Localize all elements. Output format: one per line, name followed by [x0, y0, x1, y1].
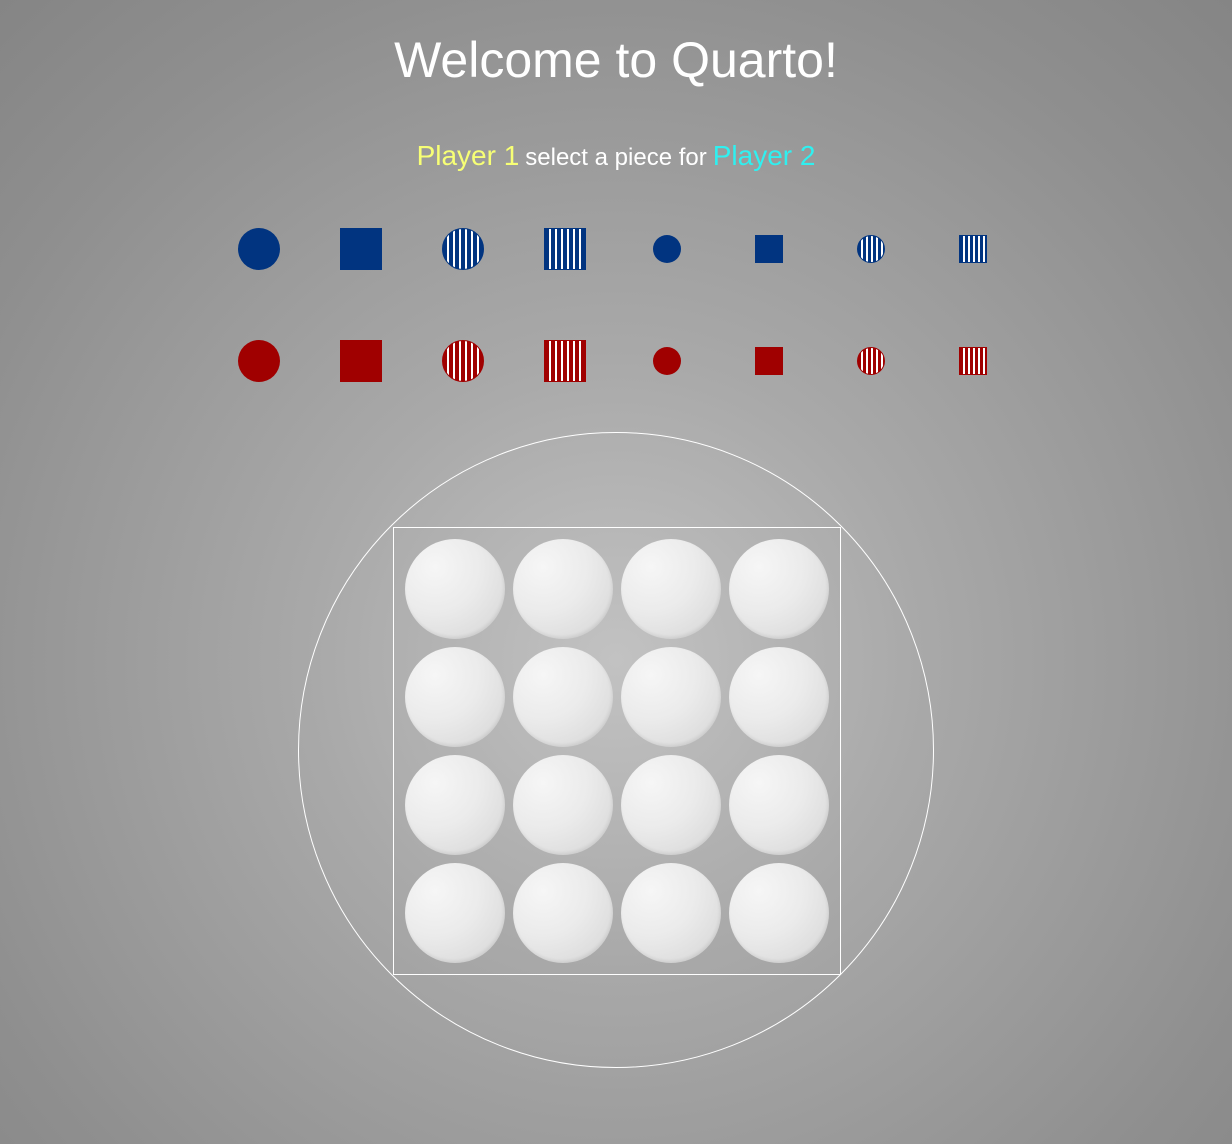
board-cell-1-2[interactable]	[621, 647, 721, 747]
piece-red-square-tall-solid[interactable]	[310, 340, 412, 382]
board-cell-2-2[interactable]	[621, 755, 721, 855]
round-solid-piece-icon	[653, 347, 681, 375]
turn-status: Player 1 select a piece for Player 2	[0, 140, 1232, 172]
piece-red-round-tall-solid[interactable]	[208, 340, 310, 382]
blue-pieces-row	[208, 228, 1024, 270]
round-solid-piece-icon	[238, 228, 280, 270]
square-striped-piece-icon	[959, 235, 987, 263]
round-striped-piece-icon	[857, 347, 885, 375]
board-cell-3-2[interactable]	[621, 863, 721, 963]
piece-blue-square-short-solid[interactable]	[718, 228, 820, 270]
piece-red-round-short-striped[interactable]	[820, 340, 922, 382]
piece-blue-square-tall-striped[interactable]	[514, 228, 616, 270]
square-solid-piece-icon	[755, 235, 783, 263]
square-solid-piece-icon	[755, 347, 783, 375]
page-title: Welcome to Quarto!	[394, 32, 838, 88]
board-cell-0-2[interactable]	[621, 539, 721, 639]
round-striped-piece-icon	[442, 228, 484, 270]
square-solid-piece-icon	[340, 340, 382, 382]
square-solid-piece-icon	[340, 228, 382, 270]
board-cell-3-0[interactable]	[405, 863, 505, 963]
board-cell-2-0[interactable]	[405, 755, 505, 855]
piece-red-round-tall-striped[interactable]	[412, 340, 514, 382]
round-striped-piece-icon	[857, 235, 885, 263]
piece-blue-round-tall-striped[interactable]	[412, 228, 514, 270]
piece-red-square-tall-striped[interactable]	[514, 340, 616, 382]
piece-blue-square-short-striped[interactable]	[922, 228, 1024, 270]
status-message: select a piece for	[525, 144, 707, 171]
game-board	[393, 527, 841, 975]
current-player-label: Player 1	[416, 140, 520, 171]
board-cell-3-1[interactable]	[513, 863, 613, 963]
board-cell-3-3[interactable]	[729, 863, 829, 963]
round-solid-piece-icon	[238, 340, 280, 382]
piece-red-round-short-solid[interactable]	[616, 340, 718, 382]
round-solid-piece-icon	[653, 235, 681, 263]
board-cell-2-3[interactable]	[729, 755, 829, 855]
red-pieces-row	[208, 340, 1024, 382]
board-cell-2-1[interactable]	[513, 755, 613, 855]
square-striped-piece-icon	[544, 340, 586, 382]
board-cell-0-3[interactable]	[729, 539, 829, 639]
board-cell-0-0[interactable]	[405, 539, 505, 639]
square-striped-piece-icon	[544, 228, 586, 270]
piece-red-square-short-solid[interactable]	[718, 340, 820, 382]
board-cell-1-3[interactable]	[729, 647, 829, 747]
board-cell-1-0[interactable]	[405, 647, 505, 747]
board-cell-1-1[interactable]	[513, 647, 613, 747]
round-striped-piece-icon	[442, 340, 484, 382]
next-player-label: Player 2	[712, 140, 816, 171]
piece-blue-round-short-solid[interactable]	[616, 228, 718, 270]
square-striped-piece-icon	[959, 347, 987, 375]
piece-blue-round-short-striped[interactable]	[820, 228, 922, 270]
piece-red-square-short-striped[interactable]	[922, 340, 1024, 382]
piece-blue-round-tall-solid[interactable]	[208, 228, 310, 270]
piece-blue-square-tall-solid[interactable]	[310, 228, 412, 270]
board-cell-0-1[interactable]	[513, 539, 613, 639]
